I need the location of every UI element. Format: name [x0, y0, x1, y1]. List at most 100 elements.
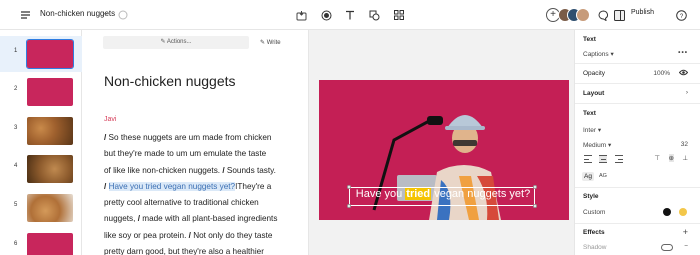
comment-icon[interactable]: [596, 8, 610, 22]
resize-handle[interactable]: [347, 185, 351, 189]
selected-text[interactable]: Have you tried vegan nuggets yet?: [108, 181, 236, 191]
script-editor: ✎ Actions... ✎ Write Non-chicken nuggets…: [82, 30, 308, 255]
layer-select-label: Captions: [583, 51, 609, 58]
layer-select[interactable]: Captions ▾: [583, 50, 614, 58]
chevron-right-icon[interactable]: ›: [686, 89, 688, 96]
page-title[interactable]: Non-chicken nuggets: [104, 73, 236, 89]
write-button[interactable]: ✎ Write: [260, 39, 281, 46]
uppercase-button[interactable]: AG: [599, 173, 607, 179]
opacity-value[interactable]: 100%: [653, 70, 670, 77]
script-line: So these nuggets are um made from chicke…: [106, 133, 272, 142]
align-left-icon[interactable]: [584, 155, 592, 163]
divider: [575, 223, 700, 224]
eye-icon[interactable]: [678, 69, 689, 78]
resize-handle[interactable]: [533, 185, 537, 189]
script-line: made with all plant-based ingredients: [139, 214, 278, 224]
caption-text[interactable]: Have you tried vegan nuggets yet?: [353, 188, 533, 200]
record-icon[interactable]: [294, 8, 308, 22]
font-size-input[interactable]: 32: [681, 141, 688, 148]
menu-icon[interactable]: [18, 8, 32, 22]
opacity-label: Opacity: [583, 70, 606, 77]
speaker-name[interactable]: Javi: [104, 116, 116, 123]
divider: [575, 103, 700, 104]
resize-handle[interactable]: [347, 204, 351, 208]
script-line: like soy or pea protein.: [104, 230, 189, 240]
script-line: pretty darn good, but they're also a hea…: [104, 247, 264, 255]
caption-highlighted-word: tried: [405, 188, 432, 200]
video-canvas: Have you tried vegan nuggets yet?: [308, 30, 574, 255]
scene-preview: [27, 194, 73, 222]
scene-number: 3: [14, 125, 18, 131]
effects-label: Effects: [583, 229, 605, 236]
font-name: Inter: [583, 127, 597, 134]
script-line: Not only do they taste: [190, 230, 273, 240]
weight-select[interactable]: Medium ▾: [583, 141, 611, 149]
divider: [575, 63, 700, 64]
status-icon: [116, 8, 130, 22]
script-line: pretty cool alternative to traditional c…: [104, 198, 259, 208]
scene-separator: /: [104, 181, 107, 191]
actions-label: Actions...: [166, 39, 192, 45]
section-title: Text: [583, 36, 596, 43]
chevron-down-icon[interactable]: ▾: [104, 11, 107, 18]
avatar[interactable]: [576, 8, 590, 22]
scene-thumbnail[interactable]: 2: [0, 74, 82, 110]
shapes-icon[interactable]: [367, 8, 381, 22]
scene-preview: [27, 155, 73, 183]
layout-label[interactable]: Layout: [583, 90, 604, 97]
shadow-label: Shadow: [583, 244, 607, 251]
color-swatch-black[interactable]: [663, 208, 671, 216]
scene-thumbnail[interactable]: 4: [0, 151, 82, 187]
scene-preview: [27, 78, 73, 106]
script-line: of like like non-chicken nuggets.: [104, 165, 223, 175]
style-value[interactable]: Custom: [583, 209, 605, 216]
align-top-icon[interactable]: ⊤: [654, 154, 660, 162]
script-line: nuggets,: [104, 214, 138, 224]
shadow-toggle[interactable]: [661, 244, 673, 251]
scene-number: 6: [14, 241, 18, 247]
scene-number: 2: [14, 86, 18, 92]
camera-icon[interactable]: [319, 8, 333, 22]
pen-icon: ✎: [260, 40, 266, 46]
top-toolbar: Non-chicken nuggets ▾ + Publish ?: [0, 0, 700, 30]
resize-handle[interactable]: [533, 204, 537, 208]
script-text[interactable]: / So these nuggets are um made from chic…: [104, 130, 299, 255]
publish-button[interactable]: Publish: [631, 9, 654, 16]
scene-thumbnail[interactable]: 3: [0, 113, 82, 149]
chevron-down-icon: ▾: [607, 142, 612, 149]
script-line: but they're made to um um emulate the ta…: [104, 149, 267, 159]
script-line: Sounds tasty.: [224, 165, 276, 175]
scene-thumbnail[interactable]: 5: [0, 190, 82, 226]
align-right-icon[interactable]: [615, 155, 623, 163]
grid-icon[interactable]: [392, 8, 406, 22]
script-line: They're a: [237, 181, 272, 191]
divider: [575, 187, 700, 188]
scene-thumbnail[interactable]: 6: [0, 229, 82, 255]
properties-panel: Text Captions ▾ ••• Opacity 100% Layout …: [574, 30, 700, 255]
write-label: Write: [266, 40, 281, 46]
style-label: Style: [583, 193, 599, 200]
align-bottom-icon[interactable]: ⊥: [682, 154, 688, 162]
caption-after: vegan nuggets yet?: [431, 188, 531, 200]
scene-number: 5: [14, 202, 18, 208]
help-icon[interactable]: ?: [674, 8, 688, 22]
divider: [575, 83, 700, 84]
align-middle-icon[interactable]: ⊕: [668, 154, 674, 162]
actions-button[interactable]: ✎ Actions...: [103, 36, 249, 49]
scene-thumbnail[interactable]: 1: [0, 36, 82, 72]
panel-toggle-icon[interactable]: [612, 8, 626, 22]
scene-number: 1: [14, 48, 18, 54]
app-window: Non-chicken nuggets ▾ + Publish ? 1 2 3 …: [0, 0, 700, 255]
text-tool-icon[interactable]: [343, 8, 357, 22]
font-select[interactable]: Inter ▾: [583, 126, 601, 134]
align-center-icon[interactable]: [599, 155, 607, 163]
more-options-icon[interactable]: •••: [678, 49, 688, 56]
minus-icon[interactable]: −: [684, 243, 688, 250]
chevron-down-icon: ▾: [610, 51, 614, 58]
color-swatch-yellow[interactable]: [679, 208, 687, 216]
scene-preview: [27, 233, 73, 255]
magic-wand-icon: ✎: [160, 39, 166, 45]
sentence-case-button[interactable]: Ag: [582, 172, 594, 181]
scene-thumbnails: 1 2 3 4 5 6: [0, 30, 82, 255]
add-effect-icon[interactable]: +: [683, 227, 688, 237]
